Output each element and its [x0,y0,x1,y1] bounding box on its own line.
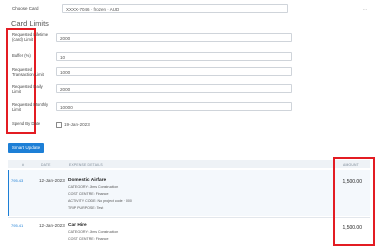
spend-by-label: Spend By Date [12,121,41,126]
row-title: Car Hire [68,223,87,228]
col-number: # [22,162,25,167]
row-title: Domestic Airfare [68,178,107,183]
choose-card-select[interactable]: XXXX-7046 · frozen · AUD [62,4,288,13]
section-title: Card Limits [11,19,49,28]
row-id-link[interactable]: 795.41 [11,223,23,228]
row-meta: CATEGORY: Jims Construction [68,185,119,189]
daily-limit-input[interactable]: 2000 [56,84,292,93]
row-meta: TRIP PURPOSE: Test [68,206,104,210]
row-date: 12-Jan-2023 [39,223,65,228]
label-highlight-box [6,28,36,134]
transaction-limit-input[interactable]: 1000 [56,67,292,76]
amount-highlight-box [333,157,375,246]
calendar-icon[interactable] [56,122,62,128]
row-meta: COST CENTRE: Finance [68,237,109,241]
row-date: 12-Jan-2023 [39,178,65,183]
more-options-icon[interactable]: ... [363,6,367,12]
row-accent-bar [8,170,9,216]
table-row[interactable]: 795.43 12-Jan-2023 Domestic Airfare CATE… [8,170,370,216]
monthly-limit-label: Requested Monthly Limit [12,102,49,113]
row-id-link[interactable]: 795.43 [11,178,23,183]
choose-card-row: Choose Card XXXX-7046 · frozen · AUD ... [8,4,370,14]
lifetime-limit-label: Requested Lifetime (card) Limit [12,32,49,43]
spend-by-date[interactable]: 19-Jan-2023 [64,122,90,127]
row-meta: COST CENTRE: Finance [68,192,109,196]
col-expense-details: EXPENSE DETAILS [69,162,103,167]
table-header: # DATE EXPENSE DETAILS AMOUNT [8,160,370,168]
choose-card-label: Choose Card [12,6,39,11]
buffer-label: Buffer (%) [12,53,31,58]
col-date: DATE [41,162,51,167]
lifetime-limit-input[interactable]: 2000 [56,33,292,42]
monthly-limit-input[interactable]: 10000 [56,102,292,111]
buffer-input[interactable]: 10 [56,52,292,61]
row-background [8,170,370,216]
table-row[interactable]: 795.41 12-Jan-2023 Car Hire CATEGORY: Ji… [8,218,370,250]
row-meta: CATEGORY: Jims Construction [68,230,119,234]
row-meta: ACTIVITY CODE: No project code · 000 [68,199,132,203]
daily-limit-label: Requested Daily Limit [12,84,43,95]
smart-update-button[interactable]: Smart Update [8,143,44,153]
transaction-limit-label: Requested Transaction Limit [12,67,44,78]
